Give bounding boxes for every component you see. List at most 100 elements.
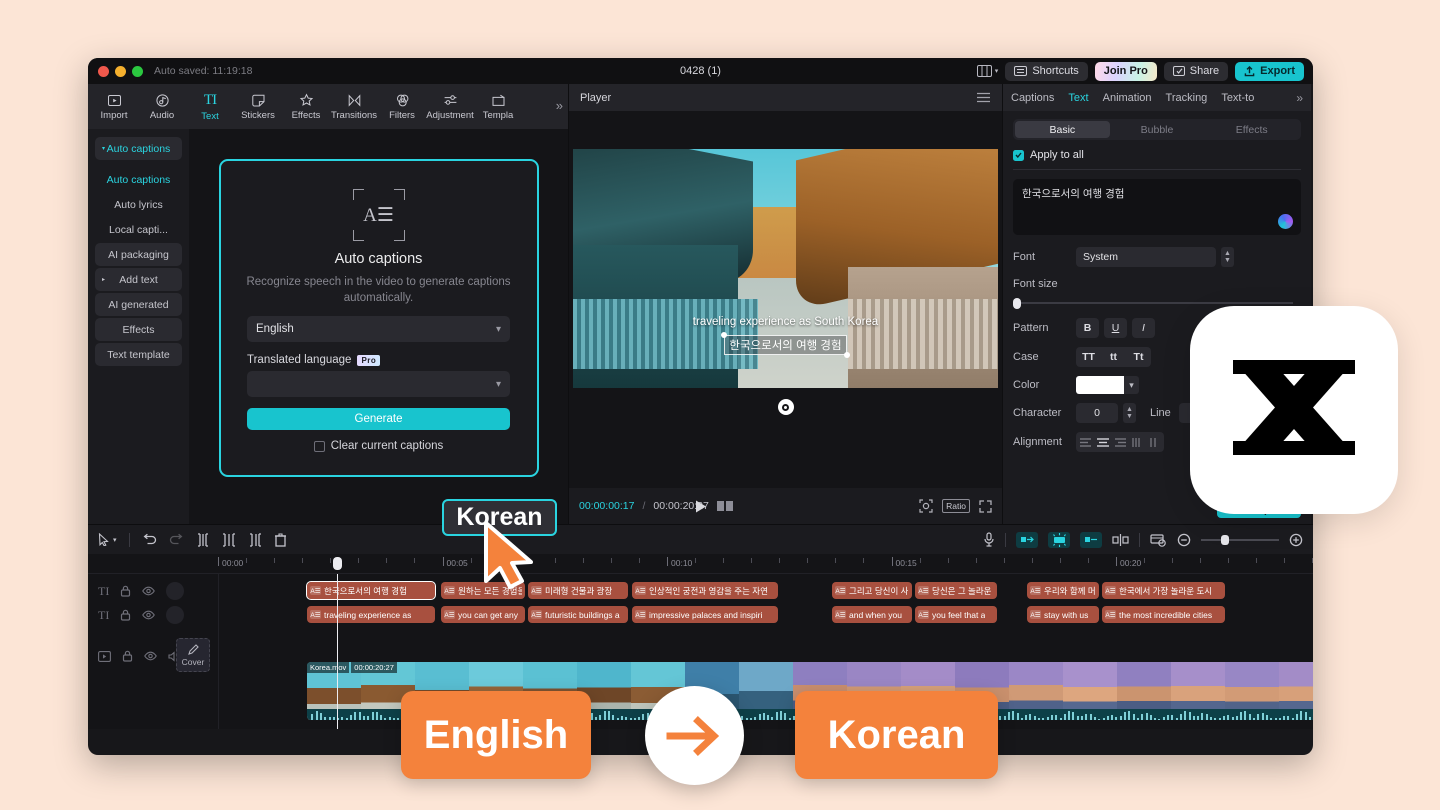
font-size-slider-knob[interactable]: [1013, 298, 1021, 309]
minimize-window-icon[interactable]: [115, 66, 126, 77]
tab-text-to-speech[interactable]: Text-to: [1221, 92, 1254, 104]
align-left-icon[interactable]: [1079, 437, 1093, 448]
caption-clip-english[interactable]: A☰and when you: [832, 606, 912, 623]
caption-clip-english[interactable]: A☰the most incredible cities: [1102, 606, 1225, 623]
player-stage[interactable]: traveling experience as South Korea 한국으로…: [569, 111, 1002, 488]
font-select[interactable]: System: [1076, 247, 1216, 267]
crop-timeline-button[interactable]: [1150, 533, 1167, 547]
segment-effects[interactable]: Effects: [1204, 121, 1299, 138]
trim-left-button[interactable]: [222, 533, 236, 547]
select-tool-button[interactable]: ▾: [98, 533, 117, 546]
align-right-icon[interactable]: [1113, 437, 1127, 448]
ai-assist-icon[interactable]: [1278, 214, 1293, 229]
split-button[interactable]: [196, 533, 210, 547]
zoom-in-button[interactable]: [1289, 533, 1303, 547]
tool-text[interactable]: TI Text: [186, 92, 234, 122]
tab-animation[interactable]: Animation: [1103, 92, 1152, 104]
sidebar-item-text-template[interactable]: Text template: [95, 343, 182, 366]
play-button[interactable]: [694, 499, 708, 514]
font-stepper[interactable]: ▲▼: [1221, 247, 1234, 267]
keyframe-prev-button[interactable]: [1016, 532, 1038, 548]
caption-clip-english[interactable]: A☰futuristic buildings a: [528, 606, 628, 623]
clear-captions-row[interactable]: Clear current captions: [314, 440, 444, 452]
trim-right-button[interactable]: [248, 533, 262, 547]
undo-button[interactable]: [142, 533, 157, 546]
lock-icon[interactable]: [120, 585, 131, 597]
italic-button[interactable]: I: [1132, 318, 1155, 338]
generate-button[interactable]: Generate: [247, 408, 510, 430]
tool-stickers[interactable]: Stickers: [234, 93, 282, 121]
timeline-zoom-slider[interactable]: [1201, 539, 1279, 541]
tool-transitions[interactable]: Transitions: [330, 93, 378, 121]
layout-toggle-button[interactable]: ▾: [977, 65, 999, 77]
playhead[interactable]: [337, 574, 338, 729]
shortcuts-button[interactable]: Shortcuts: [1005, 62, 1087, 81]
bold-button[interactable]: B: [1076, 318, 1099, 338]
fit-to-screen-button[interactable]: [919, 499, 933, 513]
caption-clip-korean[interactable]: A☰한국으로서의 여행 경험: [307, 582, 435, 599]
caption-clip-english[interactable]: A☰stay with us: [1027, 606, 1099, 623]
sidebar-item-auto-captions-group[interactable]: ▾ Auto captions: [95, 137, 182, 160]
delete-button[interactable]: [274, 533, 287, 547]
tool-filters[interactable]: Filters: [378, 93, 426, 121]
maximize-window-icon[interactable]: [132, 66, 143, 77]
inspector-tabs-more-icon[interactable]: »: [1296, 91, 1303, 105]
caption-clip-english[interactable]: A☰traveling experience as: [307, 606, 435, 623]
close-window-icon[interactable]: [98, 66, 109, 77]
clear-captions-checkbox[interactable]: [314, 441, 325, 452]
cover-button[interactable]: Cover: [176, 638, 210, 672]
visibility-icon[interactable]: [142, 610, 155, 620]
sidebar-item-ai-generated[interactable]: AI generated: [95, 293, 182, 316]
rotate-handle-icon[interactable]: [778, 399, 794, 415]
share-button[interactable]: Share: [1164, 62, 1228, 81]
window-controls[interactable]: Auto saved: 11:19:18: [88, 65, 252, 77]
fullscreen-button[interactable]: [979, 500, 992, 513]
visibility-icon[interactable]: [142, 586, 155, 596]
lowercase-button[interactable]: tt: [1101, 351, 1126, 363]
color-swatch[interactable]: [1076, 376, 1124, 394]
apply-to-all-row[interactable]: Apply to all: [1013, 149, 1301, 161]
tool-import[interactable]: Import: [90, 93, 138, 121]
color-dropdown-chevron-icon[interactable]: ▾: [1124, 376, 1139, 394]
preview-caption-korean[interactable]: 한국으로서의 여행 경험: [724, 335, 846, 355]
tool-template[interactable]: Templa: [474, 93, 522, 121]
caption-clip-english[interactable]: A☰impressive palaces and inspiri: [632, 606, 778, 623]
player-menu-button[interactable]: [976, 92, 991, 103]
zoom-out-button[interactable]: [1177, 533, 1191, 547]
caption-clip-korean[interactable]: A☰당신은 그 놀라운: [915, 582, 997, 599]
tab-tracking[interactable]: Tracking: [1166, 92, 1208, 104]
translated-language-select[interactable]: ▾: [247, 371, 510, 397]
caption-clip-korean[interactable]: A☰한국에서 가장 놀라운 도시: [1102, 582, 1225, 599]
titlecase-button[interactable]: Tt: [1126, 351, 1151, 363]
lock-icon[interactable]: [120, 609, 131, 621]
apply-to-all-checkbox[interactable]: [1013, 150, 1024, 161]
timeline-ruler[interactable]: 00:0000:0500:1000:1500:20: [88, 554, 1313, 574]
track-area[interactable]: A☰한국으로서의 여행 경험A☰원하는 모든 경험을A☰미래형 건물과 광장A☰…: [218, 574, 1313, 729]
timeline-zoom-knob[interactable]: [1221, 535, 1229, 545]
align-center-icon[interactable]: [1096, 437, 1110, 448]
segment-basic[interactable]: Basic: [1015, 121, 1110, 138]
tool-audio[interactable]: Audio: [138, 93, 186, 121]
caption-clip-korean[interactable]: A☰우리와 함께 머: [1027, 582, 1099, 599]
join-pro-button[interactable]: Join Pro: [1095, 62, 1157, 81]
sidebar-item-ai-packaging[interactable]: AI packaging: [95, 243, 182, 266]
frames-view-button[interactable]: [717, 501, 733, 511]
transition-add-button[interactable]: [1112, 534, 1129, 546]
sidebar-item-effects[interactable]: Effects: [95, 318, 182, 341]
keyframe-next-button[interactable]: [1080, 532, 1102, 548]
tab-text[interactable]: Text: [1068, 92, 1088, 104]
tool-effects[interactable]: Effects: [282, 93, 330, 121]
caption-text-area[interactable]: 한국으로서의 여행 경험: [1013, 179, 1301, 235]
character-spacing-stepper[interactable]: ▲▼: [1123, 403, 1136, 423]
toolbar-more-icon[interactable]: »: [556, 98, 563, 113]
redo-button[interactable]: [169, 533, 184, 546]
segment-bubble[interactable]: Bubble: [1110, 121, 1205, 138]
record-voiceover-button[interactable]: [983, 532, 995, 547]
ratio-button[interactable]: Ratio: [942, 499, 970, 513]
sidebar-item-add-text[interactable]: ▸ Add text: [95, 268, 182, 291]
source-language-select[interactable]: English ▾: [247, 316, 510, 342]
visibility-icon[interactable]: [144, 651, 157, 661]
sidebar-item-auto-captions[interactable]: Auto captions: [95, 168, 182, 191]
sidebar-item-auto-lyrics[interactable]: Auto lyrics: [95, 193, 182, 216]
caption-clip-korean[interactable]: A☰미래형 건물과 광장: [528, 582, 628, 599]
